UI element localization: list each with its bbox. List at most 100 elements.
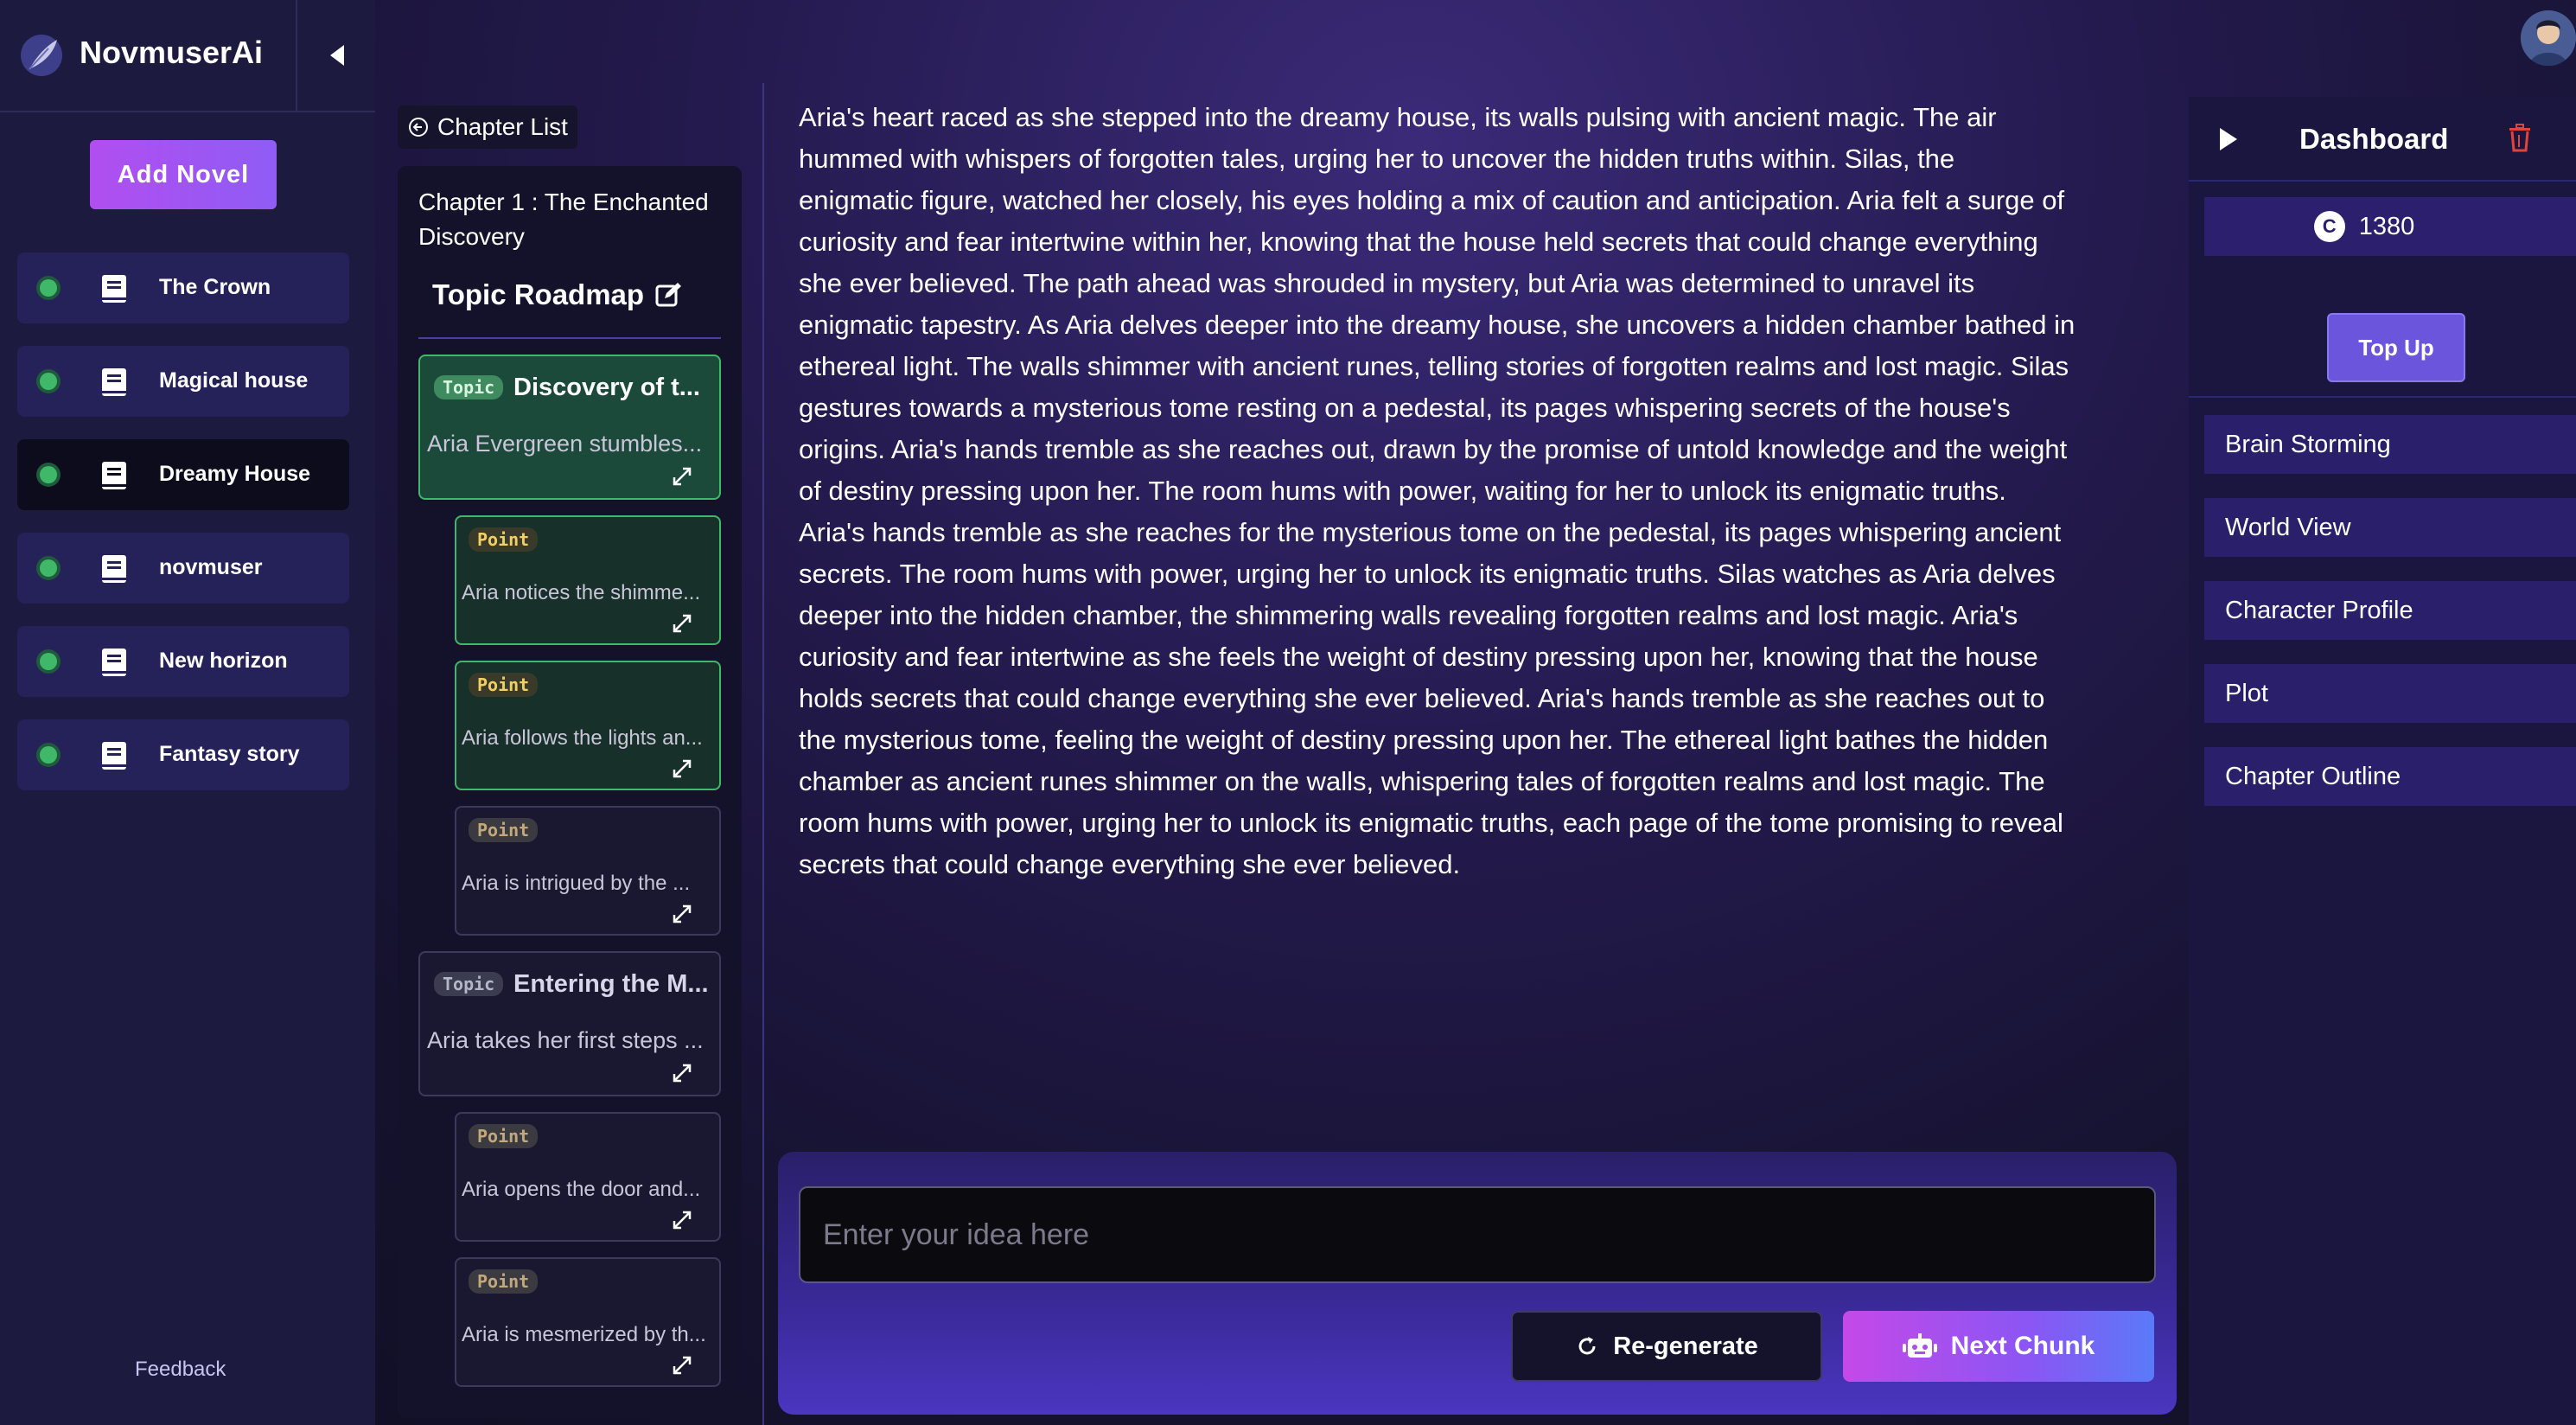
topic-card[interactable]: Topic Discovery of t... Aria Evergreen s… [418, 355, 721, 500]
feather-logo-icon [21, 35, 62, 76]
point-card[interactable]: Point Aria notices the shimme... [455, 515, 721, 645]
expand-arrows-icon[interactable] [671, 465, 693, 488]
next-chunk-button[interactable]: Next Chunk [1843, 1311, 2154, 1382]
dashboard-divider [2189, 396, 2576, 398]
status-dot [40, 559, 57, 577]
point-badge: Point [469, 527, 539, 552]
feedback-link[interactable]: Feedback [135, 1358, 226, 1382]
idea-panel: Re-generate Next Chunk [778, 1152, 2177, 1415]
robot-icon [1902, 1333, 1937, 1358]
regenerate-label: Re-generate [1613, 1332, 1758, 1360]
menu-item-plot[interactable]: Plot [2204, 664, 2576, 723]
book-icon [102, 275, 126, 303]
story-line: curiosity and fear intertwine within her… [799, 227, 2038, 257]
status-dot [40, 653, 57, 670]
novel-item[interactable]: The Crown [17, 252, 349, 323]
roadmap-title-text: Topic Roadmap [432, 278, 645, 310]
menu-item-chapter-outline[interactable]: Chapter Outline [2204, 747, 2576, 806]
novel-item[interactable]: Fantasy story [17, 719, 349, 790]
novel-item[interactable]: New horizon [17, 626, 349, 697]
book-icon [102, 649, 126, 676]
circle-arrow-left-icon [409, 118, 428, 137]
story-line: enigmatic tapestry. As Aria delves deepe… [799, 310, 2075, 340]
point-card[interactable]: Point Aria opens the door and... [455, 1112, 721, 1242]
point-summary: Aria follows the lights an... [462, 726, 703, 750]
play-icon[interactable] [2218, 126, 2239, 152]
topic-summary: Aria takes her first steps ... [427, 1027, 704, 1053]
story-line: enigmatic figure, watched her closely, h… [799, 185, 2065, 215]
story-line: she ever believed. The path ahead was sh… [799, 268, 1975, 298]
status-dot [40, 279, 57, 297]
expand-arrows-icon[interactable] [671, 1062, 693, 1084]
story-line: ethereal light. The walls shimmer with a… [799, 351, 2069, 381]
point-badge: Point [469, 1124, 539, 1148]
logo-divider [296, 0, 297, 112]
avatar-image [2521, 10, 2576, 66]
topic-heading: Discovery of t... [513, 374, 700, 401]
story-line: Aria's heart raced as she stepped into t… [799, 102, 1997, 132]
novel-label: novmuser [159, 555, 263, 579]
point-summary: Aria is intrigued by the ... [462, 872, 691, 895]
topic-badge: Topic [434, 972, 504, 996]
point-summary: Aria notices the shimme... [462, 581, 701, 604]
idea-input[interactable] [799, 1186, 2156, 1283]
story-line: deeper into the hidden chamber, the shim… [799, 600, 2018, 630]
story-line: holds secrets that could change everythi… [799, 683, 2045, 713]
book-icon [102, 555, 126, 583]
expand-arrows-icon[interactable] [671, 1209, 693, 1231]
point-card[interactable]: Point Aria is mesmerized by th... [455, 1257, 721, 1387]
next-chunk-label: Next Chunk [1950, 1332, 2095, 1360]
story-line: hummed with whispers of forgotten tales,… [799, 144, 1955, 174]
book-icon [102, 742, 126, 770]
add-novel-button[interactable]: Add Novel [90, 140, 277, 209]
story-text: Aria's heart raced as she stepped into t… [799, 97, 2156, 885]
book-icon [102, 462, 126, 489]
menu-item-brain-storming[interactable]: Brain Storming [2204, 415, 2576, 474]
expand-arrows-icon[interactable] [671, 903, 693, 925]
point-card[interactable]: Point Aria is intrigued by the ... [455, 806, 721, 936]
expand-arrows-icon[interactable] [671, 612, 693, 635]
menu-item-world-view[interactable]: World View [2204, 498, 2576, 557]
avatar[interactable] [2521, 10, 2576, 66]
topic-badge: Topic [434, 375, 504, 399]
caret-left-icon[interactable] [325, 42, 349, 69]
novel-list: The Crown Magical house Dreamy House nov… [17, 252, 349, 813]
status-dot [40, 373, 57, 390]
logo-row: NovmuserAi [0, 0, 375, 112]
menu-item-character-profile[interactable]: Character Profile [2204, 581, 2576, 640]
roadmap-title: Topic Roadmap [432, 278, 682, 311]
chapter-list-button[interactable]: Chapter List [398, 105, 577, 149]
story-line: origins. Aria's hands tremble as she rea… [799, 434, 2068, 464]
story-line: secrets that could change everything she… [799, 849, 1461, 879]
story-line: of destiny pressing upon her. The room h… [799, 476, 2006, 506]
expand-arrows-icon[interactable] [671, 757, 693, 780]
novel-item[interactable]: novmuser [17, 533, 349, 604]
novel-item[interactable]: Magical house [17, 346, 349, 417]
point-summary: Aria is mesmerized by th... [462, 1323, 706, 1346]
story-line: chamber as ancient runes shimmer on the … [799, 766, 2045, 796]
novel-label: New horizon [159, 649, 288, 673]
chapter-title: Chapter 1 : The Enchanted Discovery [418, 189, 709, 250]
novel-item-active[interactable]: Dreamy House [17, 439, 349, 510]
novel-label: Magical house [159, 368, 309, 393]
roadmap-divider [418, 337, 721, 339]
novel-label: The Crown [159, 275, 271, 299]
regenerate-button[interactable]: Re-generate [1511, 1311, 1822, 1382]
trash-icon[interactable] [2507, 123, 2533, 152]
topic-summary: Aria Evergreen stumbles... [427, 431, 703, 457]
expand-arrows-icon[interactable] [671, 1354, 693, 1377]
top-up-button[interactable]: Top Up [2327, 313, 2465, 382]
point-card[interactable]: Point Aria follows the lights an... [455, 661, 721, 790]
point-badge: Point [469, 1269, 539, 1294]
status-dot [40, 466, 57, 483]
credit-coin-icon: C [2313, 211, 2345, 242]
app-name: NovmuserAi [80, 35, 264, 70]
story-line: secrets. The room hums with power, urgin… [799, 559, 2056, 589]
topic-card[interactable]: Topic Entering the M... Aria takes her f… [418, 951, 721, 1096]
story-line: room hums with power, urging her to unlo… [799, 808, 2063, 838]
point-summary: Aria opens the door and... [462, 1178, 701, 1201]
edit-icon[interactable] [654, 281, 682, 309]
chapter-panel: Chapter 1 : The Enchanted Discovery Topi… [398, 166, 742, 1418]
novel-label: Fantasy story [159, 742, 300, 766]
story-line: Aria's hands tremble as she reaches for … [799, 517, 2062, 547]
